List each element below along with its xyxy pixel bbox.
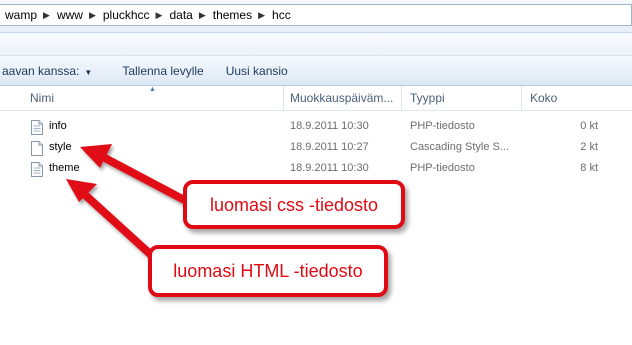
arrow-to-style-file — [99, 153, 194, 207]
html-file-callout-text: luomasi HTML -tiedosto — [173, 261, 363, 281]
html-file-callout: luomasi HTML -tiedosto — [148, 245, 388, 297]
css-file-callout-text: luomasi css -tiedosto — [209, 194, 379, 215]
css-file-callout: luomasi css -tiedosto — [183, 180, 405, 229]
